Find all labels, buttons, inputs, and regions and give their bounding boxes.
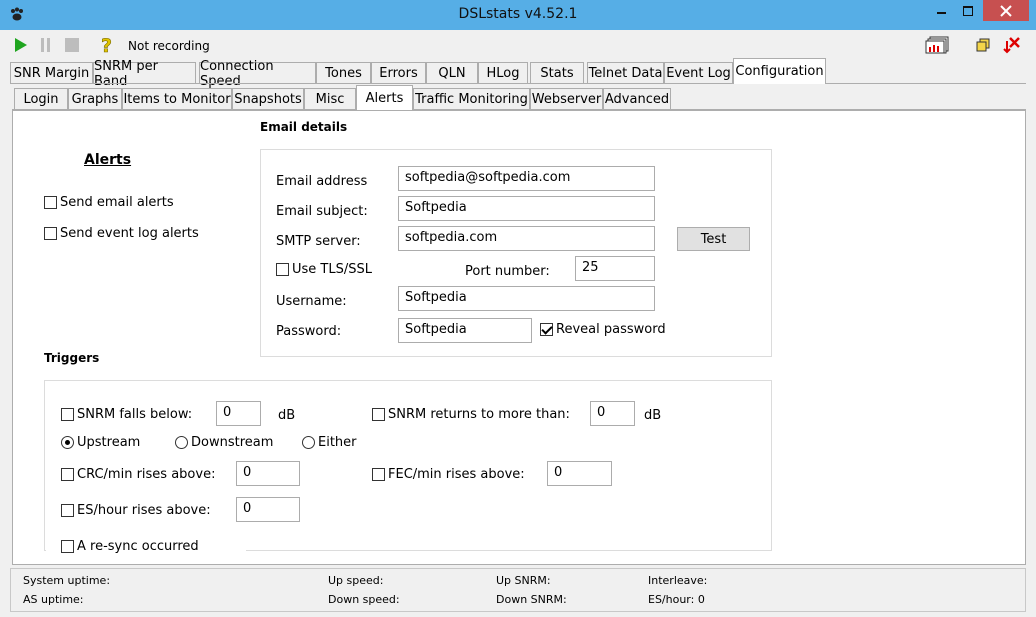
snrm-returns-checkbox[interactable] <box>372 408 385 421</box>
subtab-advanced[interactable]: Advanced <box>603 88 671 110</box>
svg-text:?: ? <box>101 35 112 55</box>
tab-snr-margin[interactable]: SNR Margin <box>10 62 93 84</box>
snrm-falls-below-label: SNRM falls below: <box>77 407 193 422</box>
alerts-heading: Alerts <box>84 152 132 168</box>
subtab-misc[interactable]: Misc <box>304 88 356 110</box>
port-number-label: Port number: <box>465 264 550 279</box>
es-hour-rises-label: ES/hour rises above: <box>77 503 211 518</box>
fec-rises-label: FEC/min rises above: <box>388 467 525 482</box>
password-label: Password: <box>276 324 342 339</box>
send-event-log-alerts-label: Send event log alerts <box>60 226 199 241</box>
resync-checkbox[interactable] <box>61 540 74 553</box>
minimize-icon <box>936 11 946 14</box>
es-per-hour: ES/hour: 0 <box>648 593 705 606</box>
interleave: Interleave: <box>648 574 708 587</box>
tab-event-log[interactable]: Event Log <box>664 62 733 84</box>
email-address-label: Email address <box>276 174 368 189</box>
downstream-label: Downstream <box>191 435 274 450</box>
tab-telnet-data[interactable]: Telnet Data <box>587 62 664 84</box>
email-subject-label: Email subject: <box>276 204 368 219</box>
email-details-heading: Email details <box>260 120 348 134</box>
send-email-alerts-label: Send email alerts <box>60 195 174 210</box>
maximize-button[interactable] <box>955 0 981 21</box>
tab-errors[interactable]: Errors <box>371 62 426 84</box>
snapshot-icon[interactable] <box>925 36 949 54</box>
tab-configuration[interactable]: Configuration <box>733 58 826 84</box>
exit-icon[interactable] <box>1001 35 1021 55</box>
triggers-group <box>44 380 772 551</box>
either-label: Either <box>318 435 357 450</box>
email-address-input[interactable]: softpedia@softpedia.com <box>398 166 655 191</box>
tab-snrm-per-band[interactable]: SNRM per Band <box>93 59 196 89</box>
maximize-icon <box>963 5 973 16</box>
help-icon[interactable]: ? <box>98 35 116 55</box>
upstream-label: Upstream <box>77 435 141 450</box>
fec-rises-input[interactable]: 0 <box>547 461 612 486</box>
title-bar: DSLstats v4.52.1 <box>0 0 1036 30</box>
window-title: DSLstats v4.52.1 <box>458 6 578 22</box>
subtab-login[interactable]: Login <box>14 88 68 110</box>
minimize-button[interactable] <box>928 0 954 21</box>
subtab-webserver[interactable]: Webserver <box>530 88 603 110</box>
subtab-snapshots[interactable]: Snapshots <box>232 88 304 110</box>
close-icon <box>1000 4 1012 17</box>
pause-icon[interactable] <box>40 38 52 52</box>
reveal-password-checkbox[interactable] <box>540 323 553 336</box>
restore-window-icon[interactable] <box>976 38 990 52</box>
close-button[interactable] <box>983 0 1029 21</box>
down-speed: Down speed: <box>328 593 400 606</box>
es-hour-rises-checkbox[interactable] <box>61 504 74 517</box>
as-uptime: AS uptime: <box>23 593 84 606</box>
use-tls-checkbox[interactable] <box>276 263 289 276</box>
reveal-password-label: Reveal password <box>556 322 666 337</box>
subtab-alerts[interactable]: Alerts <box>356 85 413 110</box>
tab-hlog[interactable]: HLog <box>478 62 528 84</box>
tab-divider <box>10 83 1026 84</box>
stop-icon[interactable] <box>65 38 79 52</box>
crc-rises-label: CRC/min rises above: <box>77 467 216 482</box>
smtp-server-label: SMTP server: <box>276 234 361 249</box>
play-icon[interactable] <box>14 37 28 53</box>
tab-connection-speed[interactable]: Connection Speed <box>199 59 316 89</box>
toolbar: ? Not recording <box>0 30 1036 60</box>
up-speed: Up speed: <box>328 574 384 587</box>
recording-status: Not recording <box>128 39 210 53</box>
email-subject-input[interactable]: Softpedia <box>398 196 655 221</box>
triggers-heading: Triggers <box>44 351 100 365</box>
use-tls-label: Use TLS/SSL <box>292 262 372 277</box>
subtab-traffic-monitoring[interactable]: Traffic Monitoring <box>413 88 530 110</box>
smtp-server-input[interactable]: softpedia.com <box>398 226 655 251</box>
resync-label: A re-sync occurred <box>77 539 199 554</box>
snrm-falls-below-unit: dB <box>278 408 296 423</box>
upstream-radio[interactable] <box>61 436 74 449</box>
username-label: Username: <box>276 294 347 309</box>
snrm-falls-below-checkbox[interactable] <box>61 408 74 421</box>
downstream-radio[interactable] <box>175 436 188 449</box>
send-event-log-alerts-checkbox[interactable] <box>44 227 57 240</box>
snrm-falls-below-input[interactable]: 0 <box>216 401 261 426</box>
send-email-alerts-checkbox[interactable] <box>44 196 57 209</box>
up-snrm: Up SNRM: <box>496 574 551 587</box>
tab-tones[interactable]: Tones <box>316 62 371 84</box>
crc-rises-checkbox[interactable] <box>61 468 74 481</box>
system-uptime: System uptime: <box>23 574 111 587</box>
subtab-items-to-monitor[interactable]: Items to Monitor <box>122 88 232 110</box>
fec-rises-checkbox[interactable] <box>372 468 385 481</box>
tab-qln[interactable]: QLN <box>426 62 478 84</box>
test-button[interactable]: Test <box>677 227 750 251</box>
tab-stats[interactable]: Stats <box>530 62 584 84</box>
snrm-returns-input[interactable]: 0 <box>590 401 635 426</box>
port-number-input[interactable]: 25 <box>575 256 655 281</box>
subtab-graphs[interactable]: Graphs <box>68 88 122 110</box>
username-input[interactable]: Softpedia <box>398 286 655 311</box>
snrm-returns-unit: dB <box>644 408 662 423</box>
snrm-returns-label: SNRM returns to more than: <box>388 407 570 422</box>
es-hour-rises-input[interactable]: 0 <box>236 497 300 522</box>
password-input[interactable]: Softpedia <box>398 318 532 343</box>
either-radio[interactable] <box>302 436 315 449</box>
crc-rises-input[interactable]: 0 <box>236 461 300 486</box>
down-snrm: Down SNRM: <box>496 593 567 606</box>
